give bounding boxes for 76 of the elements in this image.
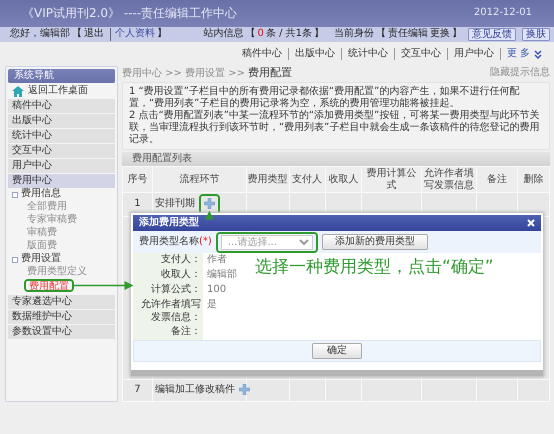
nav-link[interactable]: 出版中心 bbox=[288, 48, 341, 60]
double-chevron-icon bbox=[534, 50, 542, 58]
bracket-text: 】 bbox=[314, 28, 324, 41]
header-button[interactable]: 换肤 bbox=[522, 28, 550, 41]
type-label: 费用类型名称(*) bbox=[139, 236, 212, 248]
plus-icon[interactable] bbox=[204, 198, 215, 209]
column-header: 流程环节 bbox=[152, 166, 246, 192]
breadcrumb-path: 费用中心 >> 费用设置 >> bbox=[122, 68, 246, 80]
nav-link[interactable]: 用户中心 bbox=[446, 48, 500, 60]
column-header: 备注 bbox=[476, 166, 518, 192]
table-title: 费用配置列表 bbox=[122, 152, 550, 166]
sidebar-item[interactable]: 出版中心 bbox=[8, 114, 115, 128]
field-value: 100 bbox=[207, 284, 226, 296]
switch-link[interactable]: 更换 bbox=[430, 28, 450, 41]
sidebar-item[interactable]: 统计中心 bbox=[8, 129, 115, 143]
header-button[interactable]: 意见反馈 bbox=[468, 28, 516, 41]
app-title: 《VIP试用刊2.0》 ----责任编辑工作中心 bbox=[22, 6, 238, 21]
nav-link[interactable]: 交互中心 bbox=[394, 48, 447, 60]
messages-label: 站内信息 bbox=[204, 28, 244, 41]
stage-cell: 安排刊期 bbox=[154, 198, 195, 210]
nav-link[interactable]: 统计中心 bbox=[340, 48, 394, 60]
sidebar-item[interactable]: 用户中心 bbox=[8, 159, 115, 173]
sidebar-item[interactable]: 专家遴选中心 bbox=[8, 294, 115, 308]
house-icon bbox=[12, 86, 24, 96]
column-header: 费用类型 bbox=[246, 166, 290, 192]
annotation-arrow bbox=[74, 281, 134, 290]
greeting-text: 您好，编辑部 bbox=[10, 28, 70, 41]
column-header: 序号 bbox=[122, 166, 152, 192]
user-link[interactable]: 退出 bbox=[84, 28, 104, 41]
column-header: 收取人 bbox=[325, 166, 362, 192]
column-header: 允许作者填写发票信息 bbox=[421, 166, 477, 192]
annotation-text: 选择一种费用类型，点击“确定” bbox=[255, 257, 494, 278]
field-label: 支付人： bbox=[133, 253, 203, 268]
tip-text: 2 点击“费用配置列表”中某一流程环节的“添加费用类型”按钮，可将某一费用类型与此环节关联，当审理流程执行到该环节时，“费用列表”子栏目中就会生成一条该稿件的待您登记的费用记录。 bbox=[129, 110, 540, 146]
sidebar-item[interactable]: 稿件中心 bbox=[8, 99, 115, 113]
messages-count: 条 / 共1条 bbox=[266, 28, 312, 41]
sidebar-subitem[interactable]: 费用配置 bbox=[24, 279, 74, 292]
dialog-title: 添加费用类型 bbox=[139, 216, 199, 230]
index-cell: 7 bbox=[122, 379, 152, 402]
field-value: 是 bbox=[207, 299, 217, 310]
date-label: 2012-12-01 bbox=[474, 7, 532, 20]
column-header: 删除 bbox=[517, 166, 550, 192]
bracket-text: 【 bbox=[376, 28, 386, 41]
sidebar-item[interactable]: 参数设置中心 bbox=[8, 324, 115, 338]
bracket-text: 【 bbox=[246, 28, 256, 41]
annotation-arrow bbox=[204, 210, 214, 220]
plus-icon[interactable] bbox=[238, 384, 250, 395]
sidebar-group: 费用信息 bbox=[21, 188, 61, 201]
column-header: 支付人 bbox=[289, 166, 326, 192]
more-link[interactable]: 更 多 bbox=[500, 48, 548, 60]
sidebar-item[interactable]: 数据维护中心 bbox=[8, 310, 115, 324]
confirm-button[interactable]: 确定 bbox=[312, 343, 362, 360]
role-text: 责任编辑 bbox=[388, 28, 428, 41]
stage-cell: 编辑加工修改稿件 bbox=[154, 384, 235, 396]
sidebar-title: 系统导航 bbox=[8, 69, 115, 83]
field-label: 计算公式： bbox=[133, 283, 203, 298]
field-label: 备注： bbox=[133, 325, 203, 340]
sidebar-group: 费用设置 bbox=[21, 253, 61, 266]
breadcrumb-current: 费用配置 bbox=[248, 66, 292, 80]
field-label: 允许作者填写发票信息： bbox=[133, 298, 203, 326]
nav-link[interactable]: 稿件中心 bbox=[236, 48, 288, 60]
field-value: 编辑部 bbox=[207, 269, 237, 280]
bracket-text: 【 bbox=[72, 28, 82, 41]
field-label: 收取人： bbox=[133, 268, 203, 284]
bracket-text: 】 bbox=[452, 28, 462, 41]
bracket-text: 】 bbox=[157, 28, 167, 41]
unread-count: 0 bbox=[258, 28, 264, 41]
sidebar-item[interactable]: 费用中心 bbox=[8, 174, 115, 188]
user-link[interactable]: 个人资料 bbox=[110, 28, 155, 41]
sidebar-item[interactable]: 交互中心 bbox=[8, 144, 115, 158]
column-header: 费用计算公式 bbox=[362, 166, 422, 192]
field-value: 作者 bbox=[207, 254, 227, 266]
identity-label: 当前身份 bbox=[334, 28, 374, 41]
tip-text: 1 “费用设置”子栏目中的所有费用记录都依据“费用配置”的内容产生，如果不进行任何配置，“费用列表”子栏目的费用记录将为空，系统的费用管理功能将被挂起。 bbox=[129, 86, 520, 110]
close-icon[interactable] bbox=[527, 219, 535, 228]
add-type-button[interactable]: 添加新的费用类型 bbox=[322, 234, 428, 250]
